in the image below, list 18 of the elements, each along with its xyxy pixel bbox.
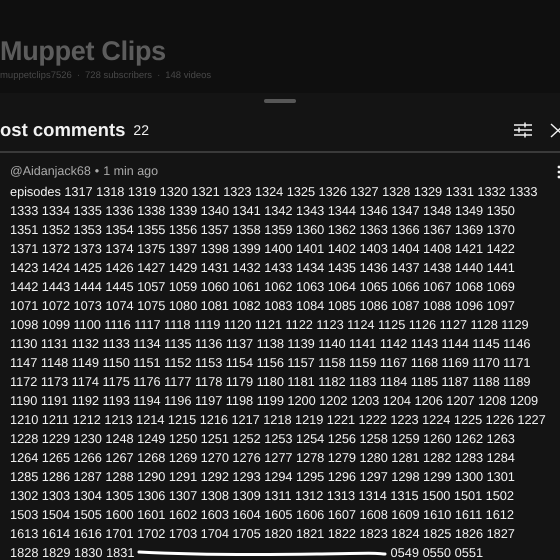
comment-count: 22 xyxy=(133,122,149,138)
comment-time: 1 min ago xyxy=(103,164,158,178)
separator-dot: · xyxy=(157,70,160,81)
close-icon[interactable] xyxy=(550,122,560,138)
separator-dot: • xyxy=(94,164,100,178)
comment-text: episodes 1317 1318 1319 1320 1321 1323 1324 1325 1326 1327 1328 1329 1331 1332 1333 1333 1334 1335 1336 1338 1339 1340 1341 1342 1343 1344 1346 1347 1348 1349 1350 1351 1352 1353 1354 1355 1356 1357 1358 1359 1360 1362 1363 1366 1367 1369 1370 1371 1372 1373 1374 1375 1397 1398 1399 1400 1401 1402 1403 1404 1408 1421 1422 1423 1424 1425 1426 1427 1429 1431 1432 1433 1434 1435 1436 1437 1438 1440 1441 1442 1443 1444 1445 1057 1059 1060 1061 1062 1063 1064 1065 1066 1067 1068 1069 1071 1072 1073 1074 1075 1080 1081 1082 1083 1084 1085 1086 1087 1088 1096 1097 1098 1099 1100 1116 1117 1118 1119 1120 1121 1122 1123 1124 1125 1126 1127 1128 1129 1130 1131 1132 1133 1134 1135 1136 1137 1138 1139 1140 1141 1142 1143 1144 1145 1146 1147 1148 1149 1150 1151 1152 1153 1154 1156 1157 1158 1159 1167 1168 1169 1170 1171 1172 1173 1174 1175 1176 1177 1178 1179 1180 1181 1182 1183 1184 1185 1187 1188 1189 1190 1191 1192 1193 1194 1196 1197 1198 1199 1200 1202 1203 1204 1206 1207 1208 1209 1210 1211 1212 1213 1214 1215 1216 1217 1218 1219 1221 1222 1223 1224 1225 1226 1227 1228 1229 1230 1248 1249 1250 1251 1252 1253 1254 1256 1258 1259 1260 1262 1263 1264 1265 1266 1267 1268 1269 1270 1276 1277 1278 1279 1280 1281 1282 1283 1284 1285 1286 1287 1288 1290 1291 1292 1293 1294 1295 1296 1297 1298 1299 1300 1301 1302 1303 1304 1305 1306 1307 1308 1309 1311 1312 1313 1314 1315 1500 1501 1502 1503 1504 1505 1600 1601 1602 1603 1604 1605 1606 1607 1608 1609 1610 1611 1612 1613 1614 1616 1701 1702 1703 1704 1705 1820 1821 1822 1823 1824 1825 1826 1827 xyxy=(10,183,547,543)
comment-author[interactable]: @Aidanjack68 xyxy=(10,164,91,178)
channel-title: Muppet Clips xyxy=(0,36,166,66)
channel-handle: muppetclips7526 xyxy=(0,70,72,81)
comment-text-end: 0549 0550 0551 xyxy=(390,544,484,560)
video-count: 148 videos xyxy=(165,70,212,81)
comment-text-end: 1828 1829 1830 1831 xyxy=(10,544,135,560)
subscriber-count: 728 subscribers xyxy=(85,70,152,81)
panel-title: ost comments xyxy=(0,119,126,141)
filter-icon[interactable] xyxy=(514,122,532,138)
more-icon[interactable] xyxy=(557,165,560,179)
drag-handle[interactable] xyxy=(264,99,296,102)
separator-dot: · xyxy=(76,70,80,81)
